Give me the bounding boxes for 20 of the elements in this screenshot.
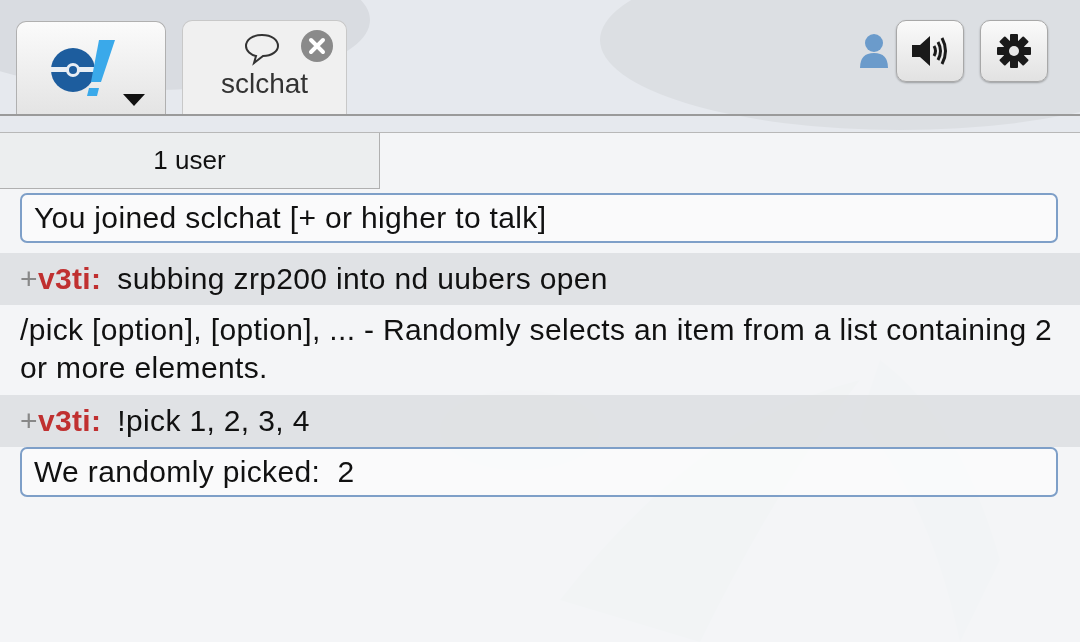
sound-button[interactable]: [896, 20, 964, 82]
caret-icon: [123, 94, 145, 106]
user-icon: [858, 32, 890, 70]
room-tab[interactable]: sclchat: [182, 20, 347, 114]
message-text: subbing zrp200 into nd uubers open: [117, 262, 608, 296]
close-icon[interactable]: [301, 30, 333, 62]
info-text: /pick [option], [option], ... - Randomly selects an item from a list containing 2 or more elements.: [19, 312, 1054, 386]
username: v3ti:: [37, 404, 102, 438]
user-rank: +: [20, 404, 38, 438]
userlist-toggle[interactable]: 1 user: [0, 133, 380, 189]
user-rank: +: [20, 262, 38, 296]
logo-menu-button[interactable]: [16, 21, 166, 114]
message-text: !pick 1, 2, 3, 4: [117, 404, 310, 438]
notice-text: We randomly picked: 2: [34, 455, 355, 489]
notice-text: You joined sclchat [+ or higher to talk]: [34, 201, 547, 235]
speaker-icon: [910, 34, 950, 68]
settings-icon: [996, 33, 1032, 69]
username: v3ti:: [37, 262, 102, 296]
speech-bubble-icon: [242, 32, 281, 66]
settings-button[interactable]: [980, 20, 1048, 82]
